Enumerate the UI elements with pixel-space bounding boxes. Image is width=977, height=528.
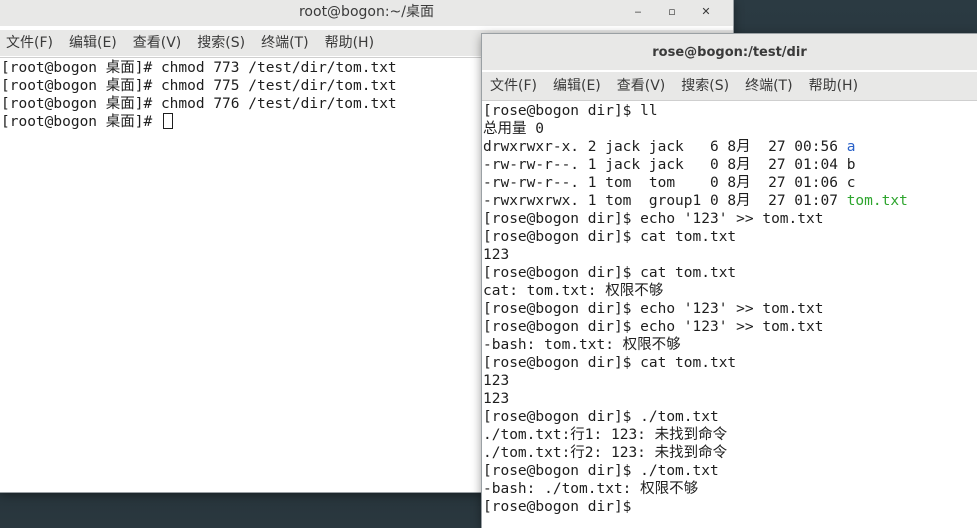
- file-entry-details: drwxrwxr-x. 2 jack jack 6 8月 27 00:56: [483, 139, 847, 155]
- terminal-line: 123: [483, 373, 510, 389]
- terminal-line: [rose@bogon dir]$ ./tom.txt: [483, 463, 719, 479]
- file-entry-details: -rwxrwxrwx. 1 tom group1 0 8月 27 01:07: [483, 193, 847, 209]
- text-cursor: [162, 113, 173, 129]
- file-entry-name: c: [846, 175, 856, 191]
- minimize-icon[interactable]: ‒: [621, 0, 655, 24]
- file-entry-details: -rw-rw-r--. 1 jack jack 0 8月 27 01:04: [483, 157, 847, 173]
- file-entry-name: b: [846, 157, 856, 173]
- terminal-line: drwxrwxr-x. 2 jack jack 6 8月 27 00:56 a: [483, 138, 977, 156]
- rose-window-titlebar[interactable]: rose@bogon:/test/dir: [482, 34, 977, 70]
- terminal-line: [rose@bogon dir]$ echo '123' >> tom.txt: [483, 211, 824, 227]
- menu-file[interactable]: 文件(F): [490, 72, 537, 100]
- file-entry-details: -rw-rw-r--. 1 tom tom 0 8月 27 01:06: [483, 175, 847, 191]
- terminal-line: [rose@bogon dir]$ cat tom.txt: [483, 265, 737, 281]
- terminal-line: 123: [483, 391, 510, 407]
- menu-view[interactable]: 查看(V): [133, 30, 182, 56]
- menu-search[interactable]: 搜索(S): [197, 30, 245, 56]
- menu-edit[interactable]: 编辑(E): [553, 72, 601, 100]
- terminal-line: cat: tom.txt: 权限不够: [483, 283, 664, 299]
- terminal-line: [rose@bogon dir]$ ll: [483, 103, 658, 119]
- rose-menubar: 文件(F) 编辑(E) 查看(V) 搜索(S) 终端(T) 帮助(H): [482, 72, 977, 100]
- terminal-line: [rose@bogon dir]$: [483, 499, 641, 515]
- rose-terminal-window[interactable]: rose@bogon:/test/dir 文件(F) 编辑(E) 查看(V) 搜…: [482, 34, 977, 528]
- terminal-line: [rose@bogon dir]$ cat tom.txt: [483, 355, 737, 371]
- menu-terminal[interactable]: 终端(T): [261, 30, 308, 56]
- maximize-icon[interactable]: ▫: [655, 0, 689, 24]
- terminal-line: -rwxrwxrwx. 1 tom group1 0 8月 27 01:07 t…: [483, 192, 977, 210]
- terminal-line: 总用量 0: [483, 121, 544, 137]
- root-window-titlebar[interactable]: root@bogon:~/桌面 ‒ ▫ ✕: [0, 0, 733, 26]
- terminal-line: [rose@bogon dir]$ echo '123' >> tom.txt: [483, 301, 824, 317]
- terminal-line: -rw-rw-r--. 1 jack jack 0 8月 27 01:04 b: [483, 156, 977, 174]
- terminal-line: [rose@bogon dir]$ cat tom.txt: [483, 229, 737, 245]
- menu-search[interactable]: 搜索(S): [681, 72, 729, 100]
- menu-file[interactable]: 文件(F): [6, 30, 53, 56]
- rose-window-title: rose@bogon:/test/dir: [652, 45, 807, 60]
- menu-help[interactable]: 帮助(H): [325, 30, 374, 56]
- terminal-line: 123: [483, 247, 510, 263]
- file-entry-name: a: [846, 139, 856, 155]
- rose-terminal-output[interactable]: [rose@bogon dir]$ ll 总用量 0 drwxrwxr-x. 2 j…: [482, 100, 977, 528]
- terminal-line: [rose@bogon dir]$ ./tom.txt: [483, 409, 719, 425]
- menu-edit[interactable]: 编辑(E): [69, 30, 117, 56]
- terminal-line: ./tom.txt:行2: 123: 未找到命令: [483, 445, 728, 461]
- file-entry-name: tom.txt: [846, 193, 908, 209]
- close-icon[interactable]: ✕: [689, 0, 723, 24]
- menu-help[interactable]: 帮助(H): [809, 72, 858, 100]
- terminal-line: -bash: tom.txt: 权限不够: [483, 337, 681, 353]
- terminal-line: [rose@bogon dir]$ echo '123' >> tom.txt: [483, 319, 824, 335]
- terminal-line: ./tom.txt:行1: 123: 未找到命令: [483, 427, 728, 443]
- terminal-line: -bash: ./tom.txt: 权限不够: [483, 481, 699, 497]
- menu-view[interactable]: 查看(V): [617, 72, 666, 100]
- menu-terminal[interactable]: 终端(T): [745, 72, 792, 100]
- terminal-line: -rw-rw-r--. 1 tom tom 0 8月 27 01:06 c: [483, 174, 977, 192]
